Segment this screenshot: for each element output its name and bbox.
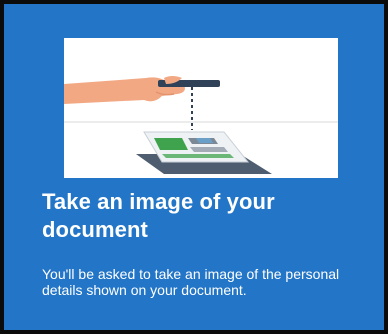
- document-capture-screen: Take an image of your document You'll be…: [0, 0, 388, 334]
- document-capture-illustration: [64, 38, 338, 178]
- hand-holding-phone-over-document-icon: [64, 38, 338, 178]
- page-description: You'll be asked to take an image of the …: [42, 266, 340, 298]
- page-title: Take an image of your document: [42, 189, 275, 242]
